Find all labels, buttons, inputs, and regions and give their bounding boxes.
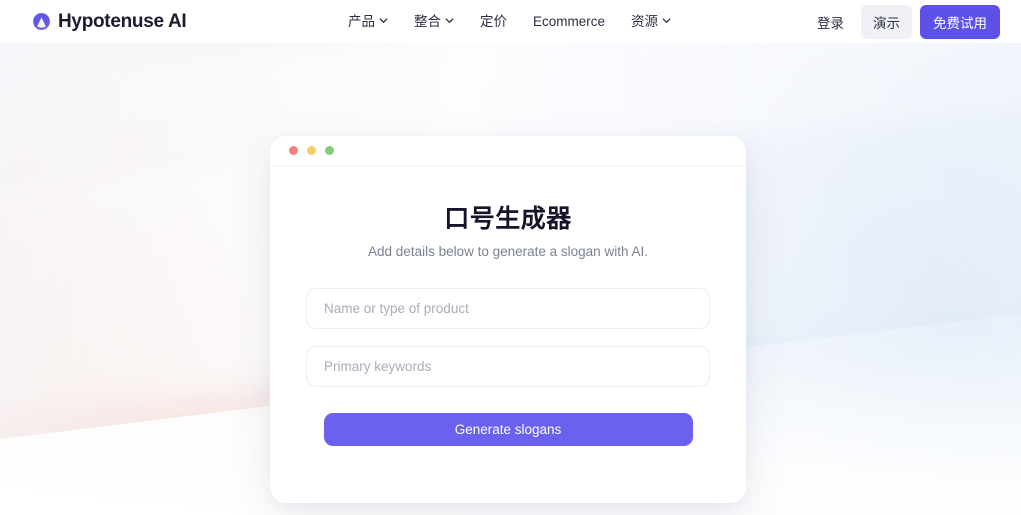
chevron-down-icon: [379, 16, 388, 25]
hypotenuse-logo-icon: [32, 12, 51, 31]
close-dot-icon[interactable]: [289, 146, 298, 155]
chevron-down-icon: [445, 16, 454, 25]
slogan-form: [306, 287, 710, 387]
chevron-down-icon: [662, 16, 671, 25]
generate-slogans-button[interactable]: Generate slogans: [323, 412, 693, 446]
minimize-dot-icon[interactable]: [307, 146, 316, 155]
demo-button[interactable]: 演示: [861, 4, 912, 39]
brand-logo[interactable]: Hypotenuse AI: [32, 0, 187, 43]
nav-item-integrations[interactable]: 整合: [414, 15, 454, 29]
main-navigation: 产品 整合 定价 Ecommerce 资源: [348, 0, 671, 43]
brand-name: Hypotenuse AI: [58, 10, 187, 32]
nav-item-resources[interactable]: 资源: [631, 15, 671, 29]
free-trial-button[interactable]: 免费试用: [920, 4, 1000, 39]
page-title: 口号生成器: [444, 205, 572, 233]
card-body: 口号生成器 Add details below to generate a sl…: [270, 166, 746, 446]
site-header: Hypotenuse AI 产品 整合 定价 Ecommerce 资源 登录 演…: [0, 0, 1021, 43]
submit-row: Generate slogans: [306, 412, 710, 446]
nav-item-pricing[interactable]: 定价: [480, 15, 507, 29]
nav-item-products[interactable]: 产品: [348, 15, 388, 29]
header-actions: 登录 演示 免费试用: [808, 0, 1000, 43]
page-root: Hypotenuse AI 产品 整合 定价 Ecommerce 资源 登录 演…: [0, 0, 1021, 515]
product-name-input[interactable]: [306, 287, 710, 329]
nav-label: 产品: [348, 13, 375, 29]
maximize-dot-icon[interactable]: [325, 146, 334, 155]
login-button[interactable]: 登录: [808, 6, 853, 38]
nav-label: 资源: [631, 13, 659, 29]
nav-label: 定价: [480, 13, 507, 29]
primary-keywords-input[interactable]: [306, 345, 710, 387]
nav-item-ecommerce[interactable]: Ecommerce: [533, 15, 605, 29]
page-subtitle: Add details below to generate a slogan w…: [368, 244, 648, 259]
nav-label: Ecommerce: [533, 13, 606, 29]
nav-label: 整合: [414, 13, 441, 29]
card-title-bar: [270, 136, 746, 166]
slogan-generator-card: 口号生成器 Add details below to generate a sl…: [270, 136, 746, 503]
